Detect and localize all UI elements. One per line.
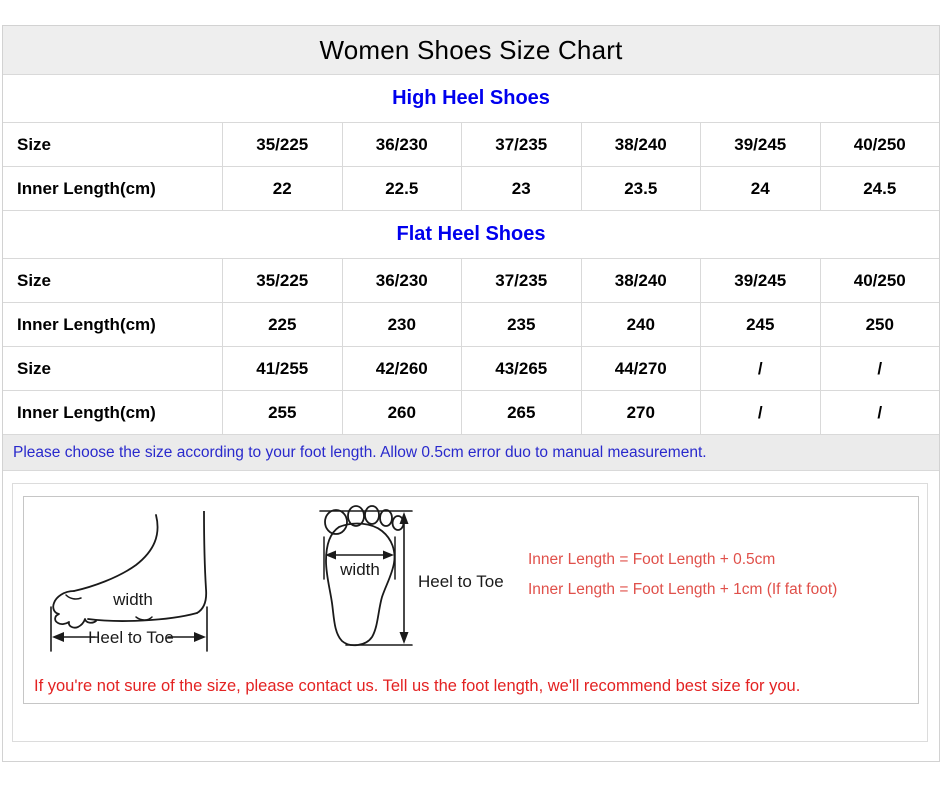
size-value: 40/250 xyxy=(820,123,940,166)
size-value: 22 xyxy=(222,167,342,210)
measure-guide-outer-box: width Heel to Toe xyxy=(12,483,928,742)
side-length-label: Heel to Toe xyxy=(88,628,174,647)
size-value: 39/245 xyxy=(700,259,820,302)
size-value: 40/250 xyxy=(820,259,940,302)
table-row: Inner Length(cm)225230235240245250 xyxy=(3,303,939,347)
row-label: Size xyxy=(3,123,222,166)
table-row: Inner Length(cm)2222.52323.52424.5 xyxy=(3,167,939,211)
row-label: Inner Length(cm) xyxy=(3,167,222,210)
size-value: 265 xyxy=(461,391,581,434)
size-value: 37/235 xyxy=(461,123,581,166)
size-value: / xyxy=(820,391,940,434)
size-value: 22.5 xyxy=(342,167,462,210)
size-value: 35/225 xyxy=(222,123,342,166)
size-note-text: Please choose the size according to your… xyxy=(13,444,707,462)
foot-side-view-diagram: width Heel to Toe xyxy=(40,511,252,655)
table-row: Inner Length(cm)255260265270// xyxy=(3,391,939,435)
row-label: Size xyxy=(3,259,222,302)
size-value: 38/240 xyxy=(581,259,701,302)
size-value: 255 xyxy=(222,391,342,434)
high-heel-section-heading: High Heel Shoes xyxy=(3,75,939,123)
size-value: 23 xyxy=(461,167,581,210)
size-value: 235 xyxy=(461,303,581,346)
flat-heel-section-heading: Flat Heel Shoes xyxy=(3,211,939,259)
measure-guide-area: width Heel to Toe xyxy=(3,471,939,758)
chart-title-bar: Women Shoes Size Chart xyxy=(3,26,939,75)
top-width-label: width xyxy=(339,560,380,579)
row-label: Inner Length(cm) xyxy=(3,303,222,346)
size-chart-panel: Women Shoes Size Chart High Heel Shoes S… xyxy=(2,25,940,762)
size-value: 225 xyxy=(222,303,342,346)
size-value: 245 xyxy=(700,303,820,346)
foot-top-view-diagram: width Heel to Toe xyxy=(294,505,519,657)
size-value: 260 xyxy=(342,391,462,434)
size-value: 23.5 xyxy=(581,167,701,210)
down-arrowhead-icon xyxy=(400,632,409,644)
right-arrowhead-icon xyxy=(194,632,206,642)
size-value: / xyxy=(700,347,820,390)
size-value: 35/225 xyxy=(222,259,342,302)
row-label: Size xyxy=(3,347,222,390)
inner-length-formula-fat-foot: Inner Length = Foot Length + 1cm (If fat… xyxy=(528,581,837,599)
size-value: 42/260 xyxy=(342,347,462,390)
size-value: 24.5 xyxy=(820,167,940,210)
size-value: 38/240 xyxy=(581,123,701,166)
size-value: 44/270 xyxy=(581,347,701,390)
size-value: / xyxy=(820,347,940,390)
table-row: Size35/22536/23037/23538/24039/24540/250 xyxy=(3,123,939,167)
right-arrowhead-icon xyxy=(383,551,394,560)
size-value: 230 xyxy=(342,303,462,346)
side-width-label: width xyxy=(112,590,153,609)
high-heel-heading-label: High Heel Shoes xyxy=(392,87,550,110)
size-value: 240 xyxy=(581,303,701,346)
size-value: 41/255 xyxy=(222,347,342,390)
size-value: 24 xyxy=(700,167,820,210)
top-length-label: Heel to Toe xyxy=(418,572,504,591)
size-note-bar: Please choose the size according to your… xyxy=(3,435,939,471)
inner-length-formula: Inner Length = Foot Length + 0.5cm xyxy=(528,551,775,569)
size-value: 43/265 xyxy=(461,347,581,390)
contact-us-note: If you're not sure of the size, please c… xyxy=(34,677,800,696)
size-value: / xyxy=(700,391,820,434)
size-value: 39/245 xyxy=(700,123,820,166)
table-row: Size41/25542/26043/26544/270// xyxy=(3,347,939,391)
page-title: Women Shoes Size Chart xyxy=(319,35,622,66)
size-value: 36/230 xyxy=(342,259,462,302)
size-value: 250 xyxy=(820,303,940,346)
table-row: Size35/22536/23037/23538/24039/24540/250 xyxy=(3,259,939,303)
size-value: 36/230 xyxy=(342,123,462,166)
row-label: Inner Length(cm) xyxy=(3,391,222,434)
size-value: 37/235 xyxy=(461,259,581,302)
measure-guide-inner-box: width Heel to Toe xyxy=(23,496,919,704)
left-arrowhead-icon xyxy=(52,632,64,642)
flat-heel-heading-label: Flat Heel Shoes xyxy=(397,223,546,246)
size-value: 270 xyxy=(581,391,701,434)
